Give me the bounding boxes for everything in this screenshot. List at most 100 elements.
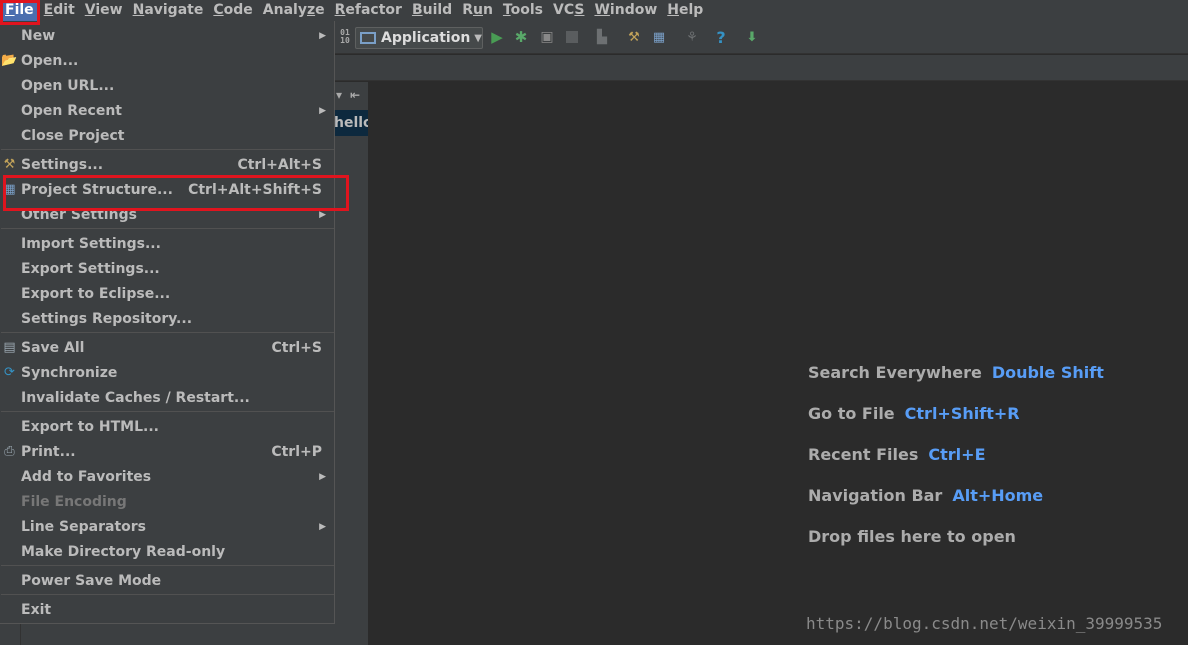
menu-item-label: New	[21, 27, 56, 44]
menu-view[interactable]: View	[80, 0, 128, 21]
submenu-arrow-icon: ▶	[319, 30, 326, 41]
sdk-icon[interactable]: ⚘	[683, 28, 701, 46]
menu-separator	[1, 228, 334, 229]
menu-item-label: Invalidate Caches / Restart...	[21, 389, 250, 406]
submenu-arrow-icon: ▶	[319, 105, 326, 116]
menu-item-label: Exit	[21, 601, 52, 618]
hint-label: Navigation Bar	[808, 486, 943, 505]
menu-item-shortcut: Ctrl+Alt+S	[237, 156, 322, 173]
hint-label: Drop files here to open	[808, 527, 1016, 546]
hint-shortcut: Double Shift	[991, 363, 1104, 382]
menu-item-label: Synchronize	[21, 364, 118, 381]
menu-item-label: Open Recent	[21, 102, 122, 119]
menu-item-power-save-mode[interactable]: Power Save Mode	[0, 568, 334, 593]
hint-label: Recent Files	[808, 445, 919, 464]
menu-item-export-settings[interactable]: Export Settings...	[0, 256, 334, 281]
hint-shortcut: Ctrl+Shift+R	[904, 404, 1020, 423]
project-tree-item[interactable]: hello	[334, 110, 368, 136]
submenu-arrow-icon: ▶	[319, 521, 326, 532]
menu-help[interactable]: Help	[662, 0, 708, 21]
menu-item-line-separators[interactable]: Line Separators ▶	[0, 514, 334, 539]
hint-go-to-file: Go to File Ctrl+Shift+R	[808, 404, 1020, 423]
project-name: hello	[334, 115, 368, 131]
menu-item-label: Import Settings...	[21, 235, 161, 252]
menu-item-export-to-html[interactable]: Export to HTML...	[0, 414, 334, 439]
menu-navigate[interactable]: Navigate	[128, 0, 209, 21]
menu-code[interactable]: Code	[208, 0, 257, 21]
menu-refactor[interactable]: Refactor	[330, 0, 407, 21]
menu-separator	[1, 411, 334, 412]
menu-separator	[1, 332, 334, 333]
menu-edit[interactable]: Edit	[39, 0, 80, 21]
help-icon[interactable]: ?	[712, 28, 730, 47]
highlight-box-file-menu	[0, 0, 40, 25]
menu-item-settings-repository[interactable]: Settings Repository...	[0, 306, 334, 331]
hint-label: Go to File	[808, 404, 895, 423]
menu-item-shortcut: Ctrl+S	[271, 339, 322, 356]
menu-item-open-recent[interactable]: Open Recent ▶	[0, 98, 334, 123]
menu-item-open[interactable]: 📂 Open...	[0, 48, 334, 73]
chevron-down-icon[interactable]: ▾	[336, 88, 342, 102]
menu-item-label: Power Save Mode	[21, 572, 162, 589]
hint-search-everywhere: Search Everywhere Double Shift	[808, 363, 1104, 382]
menu-item-shortcut: Ctrl+P	[271, 443, 322, 460]
menu-item-open-url[interactable]: Open URL...	[0, 73, 334, 98]
binary-icon[interactable]: 01 10	[336, 28, 354, 46]
menu-bar: File Edit View Navigate Code Analyze Ref…	[0, 0, 1188, 21]
menu-item-label: Make Directory Read-only	[21, 543, 226, 560]
menu-item-label: Export Settings...	[21, 260, 160, 277]
menu-separator	[1, 594, 334, 595]
hint-label: Search Everywhere	[808, 363, 982, 382]
menu-item-save-all[interactable]: ▤ Save All Ctrl+S	[0, 335, 334, 360]
menu-item-label: Save All	[21, 339, 85, 356]
watermark-text: https://blog.csdn.net/weixin_39999535	[806, 614, 1163, 633]
menu-window[interactable]: Window	[589, 0, 662, 21]
structure-download-icon[interactable]: ⬇	[743, 28, 761, 46]
menu-item-label: Close Project	[21, 127, 125, 144]
folder-icon: 📂	[1, 53, 18, 68]
menu-item-label: Settings Repository...	[21, 310, 193, 327]
menu-item-import-settings[interactable]: Import Settings...	[0, 231, 334, 256]
menu-item-file-encoding: File Encoding	[0, 489, 334, 514]
debug-icon[interactable]: ✱	[512, 28, 530, 46]
menu-run[interactable]: Run	[457, 0, 498, 21]
menu-item-export-to-eclipse[interactable]: Export to Eclipse...	[0, 281, 334, 306]
menu-item-exit[interactable]: Exit	[0, 597, 334, 622]
run-configuration-select[interactable]: Application ▼	[355, 27, 483, 49]
file-menu-dropdown: New ▶ 📂 Open... Open URL... Open Recent ▶ C…	[0, 21, 335, 624]
build-artifact-icon[interactable]: ▙	[593, 28, 611, 46]
settings-wrench-icon[interactable]: ⚒	[625, 28, 643, 46]
menu-item-add-to-favorites[interactable]: Add to Favorites ▶	[0, 464, 334, 489]
hint-navigation-bar: Navigation Bar Alt+Home	[808, 486, 1043, 505]
menu-item-new[interactable]: New ▶	[0, 23, 334, 48]
menu-tools[interactable]: Tools	[498, 0, 548, 21]
hint-shortcut: Ctrl+E	[928, 445, 986, 464]
menu-separator	[1, 149, 334, 150]
menu-item-close-project[interactable]: Close Project	[0, 123, 334, 148]
menu-analyze[interactable]: Analyze	[258, 0, 330, 21]
menu-item-make-directory-read-only[interactable]: Make Directory Read-only	[0, 539, 334, 564]
menu-item-settings[interactable]: ⚒ Settings... Ctrl+Alt+S	[0, 152, 334, 177]
menu-separator	[1, 565, 334, 566]
menu-item-label: Settings...	[21, 156, 104, 173]
menu-item-label: Add to Favorites	[21, 468, 152, 485]
menu-build[interactable]: Build	[407, 0, 457, 21]
menu-vcs[interactable]: VCS	[548, 0, 589, 21]
project-structure-toolbar-icon[interactable]: ▦	[650, 28, 668, 46]
coverage-icon[interactable]: ▣	[538, 28, 556, 46]
hint-shortcut: Alt+Home	[952, 486, 1044, 505]
collapse-icon[interactable]: ⇤	[350, 88, 360, 102]
save-icon: ▤	[3, 340, 16, 355]
hint-recent-files: Recent Files Ctrl+E	[808, 445, 986, 464]
stop-icon[interactable]	[563, 28, 581, 46]
hint-drop-files: Drop files here to open	[808, 527, 1016, 546]
run-icon[interactable]: ▶	[488, 28, 506, 46]
highlight-box-project-structure	[3, 175, 349, 211]
menu-item-label: Line Separators	[21, 518, 147, 535]
run-config-label: Application	[380, 30, 471, 46]
menu-item-synchronize[interactable]: ⟳ Synchronize	[0, 360, 334, 385]
submenu-arrow-icon: ▶	[319, 471, 326, 482]
menu-item-print[interactable]: ⎙ Print... Ctrl+P	[0, 439, 334, 464]
menu-item-invalidate-caches[interactable]: Invalidate Caches / Restart...	[0, 385, 334, 410]
menu-item-label: Open...	[21, 52, 79, 69]
